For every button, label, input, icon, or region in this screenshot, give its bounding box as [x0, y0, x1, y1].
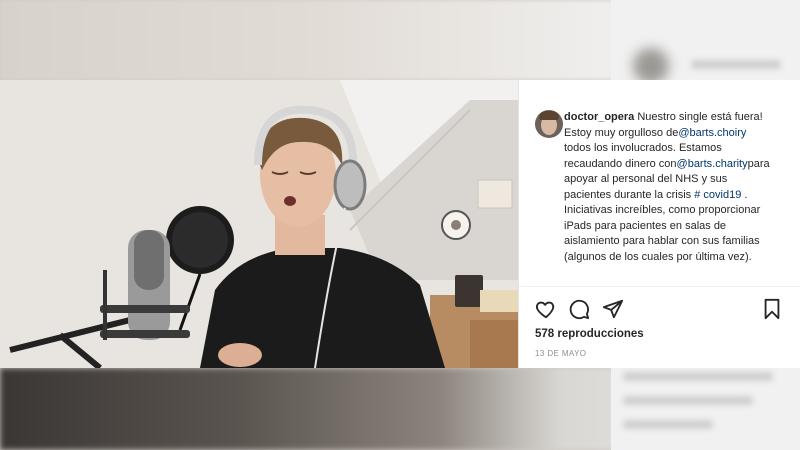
backdrop-text-line: [623, 372, 773, 381]
backdrop-text-line: [691, 60, 781, 69]
post-caption: doctor_opera Nuestro single está fuera! …: [564, 110, 774, 265]
backdrop-text-line: [623, 396, 753, 405]
bookmark-icon: [764, 298, 780, 320]
like-button[interactable]: [535, 298, 559, 322]
mention-link[interactable]: @barts.charity: [677, 158, 748, 170]
view-count[interactable]: 578 reproducciones: [535, 328, 644, 340]
hashtag-link[interactable]: # covid19: [694, 189, 741, 201]
post-date[interactable]: 13 DE MAYO: [535, 349, 586, 358]
action-bar: [535, 298, 785, 322]
video-frame: [0, 80, 520, 368]
heart-icon: [535, 301, 555, 319]
share-button[interactable]: [602, 298, 626, 322]
mention-link[interactable]: @barts.choiry: [678, 127, 746, 139]
divider: [519, 286, 800, 287]
avatar-hair: [539, 111, 559, 120]
comment-button[interactable]: [568, 298, 592, 322]
video-player[interactable]: [0, 80, 520, 368]
share-icon: [602, 299, 624, 319]
comment-icon: [569, 299, 590, 320]
save-button[interactable]: [761, 298, 785, 322]
avatar[interactable]: [535, 110, 563, 138]
backdrop-text-line: [623, 420, 713, 429]
post-sidebar: doctor_opera Nuestro single está fuera! …: [518, 80, 800, 368]
username-link[interactable]: doctor_opera: [564, 111, 634, 123]
backdrop-avatar: [633, 48, 669, 84]
